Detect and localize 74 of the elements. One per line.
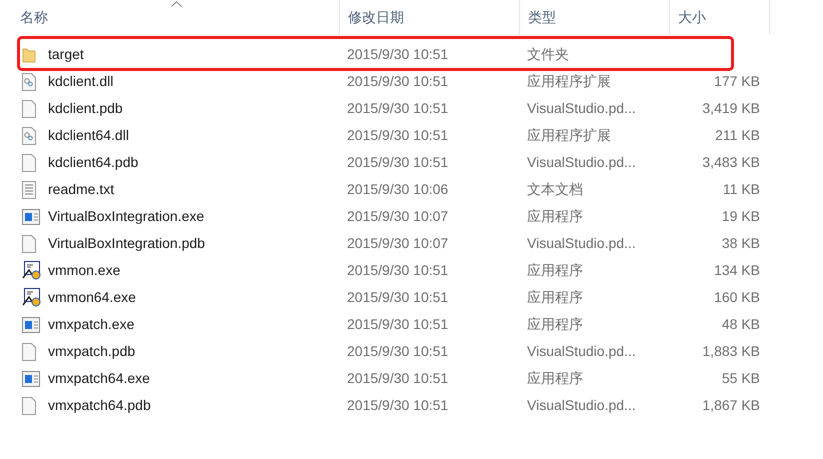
file-size: 134 KB xyxy=(714,261,760,280)
file-type: 应用程序扩展 xyxy=(526,126,612,145)
column-header[interactable]: 修改日期 xyxy=(348,7,404,28)
modified-date: 2015/9/30 10:51 xyxy=(346,99,450,118)
file-type: 应用程序 xyxy=(526,315,584,334)
file-name[interactable]: vmxpatch.exe xyxy=(48,314,134,335)
file-size: 160 KB xyxy=(714,288,760,307)
file-name[interactable]: kdclient.pdb xyxy=(48,98,123,119)
file-type: 文件夹 xyxy=(526,45,570,64)
file-type: VisualStudio.pd... xyxy=(526,234,637,253)
modified-date: 2015/9/30 10:51 xyxy=(346,369,450,388)
file-name[interactable]: readme.txt xyxy=(48,179,114,200)
file-name[interactable]: kdclient64.pdb xyxy=(48,152,138,173)
file-name[interactable]: target xyxy=(48,44,84,65)
file-icon xyxy=(22,396,36,414)
file-type: 应用程序 xyxy=(526,288,584,307)
file-name[interactable]: vmmon64.exe xyxy=(48,287,136,308)
file-type: VisualStudio.pd... xyxy=(526,342,637,361)
modified-date: 2015/9/30 10:51 xyxy=(346,315,450,334)
file-type: VisualStudio.pd... xyxy=(526,396,637,415)
window-icon xyxy=(22,316,40,332)
modified-date: 2015/9/30 10:51 xyxy=(346,261,450,280)
file-name[interactable]: kdclient.dll xyxy=(48,71,114,92)
file-name[interactable]: kdclient64.dll xyxy=(48,125,129,146)
file-type: VisualStudio.pd... xyxy=(526,153,637,172)
column-header[interactable]: 大小 xyxy=(678,7,706,28)
file-type: 应用程序扩展 xyxy=(526,72,612,91)
file-name[interactable]: vmxpatch64.pdb xyxy=(48,395,151,416)
folder-icon xyxy=(22,46,36,62)
modified-date: 2015/9/30 10:51 xyxy=(346,396,450,415)
file-name[interactable]: vmxpatch64.exe xyxy=(48,368,150,389)
installer-icon xyxy=(22,261,41,280)
file-size: 1,867 KB xyxy=(702,396,760,415)
window-icon xyxy=(22,370,40,386)
file-name[interactable]: vmxpatch.pdb xyxy=(48,341,136,362)
gear-file-icon xyxy=(22,72,36,90)
modified-date: 2015/9/30 10:51 xyxy=(346,126,450,145)
gear-file-icon xyxy=(22,126,36,144)
modified-date: 2015/9/30 10:51 xyxy=(346,288,450,307)
column-header[interactable]: 类型 xyxy=(528,7,556,28)
file-icon xyxy=(22,234,36,252)
file-name[interactable]: vmmon.exe xyxy=(48,260,120,281)
file-icon xyxy=(22,100,36,118)
file-type: 应用程序 xyxy=(526,261,584,280)
modified-date: 2015/9/30 10:51 xyxy=(346,45,450,64)
modified-date: 2015/9/30 10:51 xyxy=(346,342,450,361)
modified-date: 2015/9/30 10:51 xyxy=(346,153,450,172)
modified-date: 2015/9/30 10:51 xyxy=(346,72,450,91)
installer-icon xyxy=(22,288,41,307)
file-size: 1,883 KB xyxy=(702,342,760,361)
file-size: 177 KB xyxy=(714,72,760,91)
file-size: 211 KB xyxy=(715,126,760,145)
file-size: 55 KB xyxy=(722,369,760,388)
modified-date: 2015/9/30 10:07 xyxy=(346,234,450,253)
modified-date: 2015/9/30 10:07 xyxy=(346,207,450,226)
file-name[interactable]: VirtualBoxIntegration.exe xyxy=(48,206,204,227)
file-size: 3,419 KB xyxy=(702,99,760,118)
file-type: 应用程序 xyxy=(526,369,584,388)
file-type: VisualStudio.pd... xyxy=(526,99,637,118)
file-size: 11 KB xyxy=(722,180,760,199)
file-type: 文本文档 xyxy=(526,180,584,199)
sort-up-icon xyxy=(171,1,182,7)
column-header[interactable]: 名称 xyxy=(20,7,48,28)
file-size: 48 KB xyxy=(722,315,760,334)
file-size: 38 KB xyxy=(722,234,760,253)
text-file-icon xyxy=(22,180,36,198)
file-name[interactable]: VirtualBoxIntegration.pdb xyxy=(48,233,205,254)
file-size: 19 KB xyxy=(722,207,760,226)
file-size: 3,483 KB xyxy=(702,153,760,172)
window-icon xyxy=(22,208,40,224)
file-icon xyxy=(22,342,36,360)
modified-date: 2015/9/30 10:06 xyxy=(346,180,450,199)
file-type: 应用程序 xyxy=(526,207,584,226)
file-icon xyxy=(22,154,36,172)
